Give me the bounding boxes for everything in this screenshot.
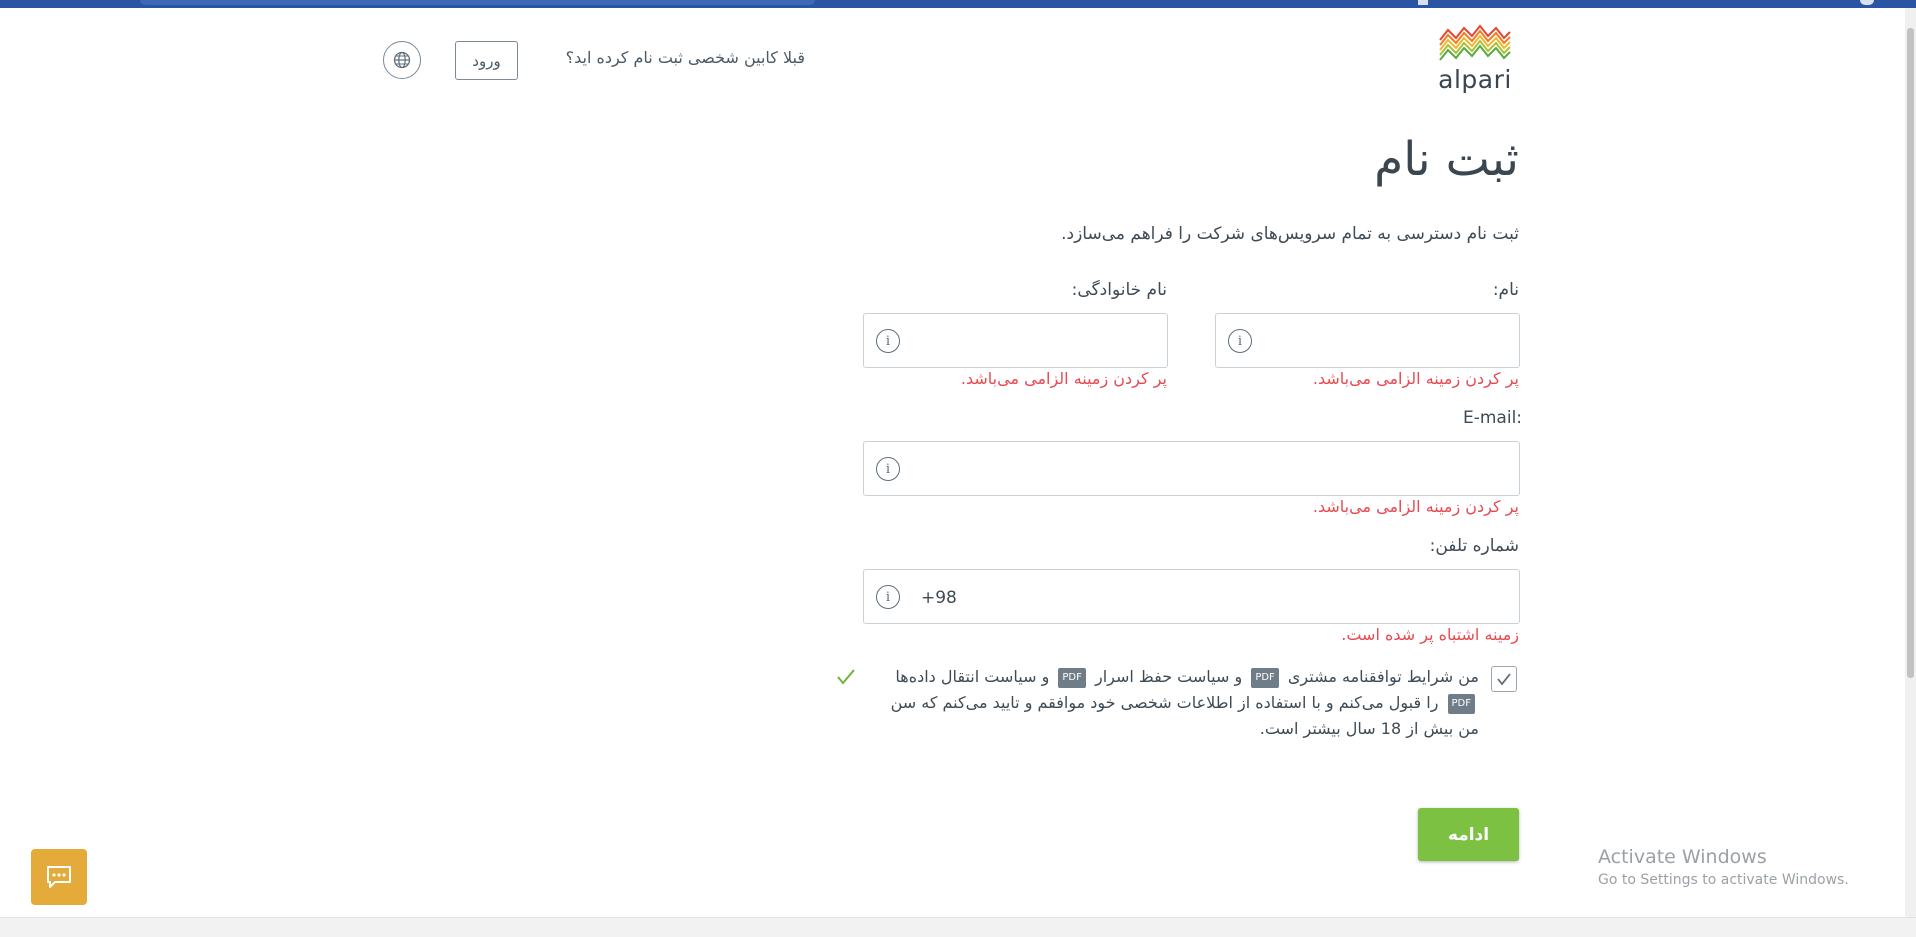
info-icon[interactable]: i [876,329,900,353]
valid-check-icon [836,668,856,690]
pdf-badge-privacy[interactable]: PDF [1058,667,1086,688]
already-registered-text: قبلا کابین شخصی ثبت نام کرده اید؟ [565,48,805,67]
last-name-input[interactable] [919,314,1152,369]
email-error: پر کردن زمینه الزامی می‌باشد. [1312,497,1519,516]
bottom-bar [0,917,1916,937]
agreement-part3: و سیاست انتقال داده‌ها [895,667,1050,686]
browser-indicator [1860,0,1874,5]
phone-input[interactable] [919,570,1504,625]
browser-indicator [1418,0,1428,5]
agreement-checkbox[interactable] [1491,666,1517,692]
scrollbar-thumb[interactable] [1907,28,1914,678]
browser-tab [140,0,815,5]
agreement-part1: من شرایط توافقنامه مشتری [1287,667,1479,686]
email-label: E-mail: [1463,408,1523,428]
agreement-text: من شرایط توافقنامه مشتری PDF و سیاست حفظ… [879,664,1479,742]
page-subtitle: ثبت نام دسترسی به تمام سرویس‌های شرکت را… [1061,224,1519,244]
logo-waves-icon [1439,24,1511,61]
chat-button[interactable] [31,849,87,905]
first-name-input[interactable] [1271,314,1504,369]
watermark-line2: Go to Settings to activate Windows. [1598,872,1849,888]
logo-text: alpari [1438,65,1512,94]
globe-icon [393,51,411,69]
phone-label: شماره تلفن: [1429,536,1519,556]
vertical-scrollbar[interactable] [1905,8,1916,918]
login-button[interactable]: ورود [455,41,518,80]
page-title: ثبت نام [1374,132,1519,187]
browser-top-strip [0,0,1916,8]
watermark-line1: Activate Windows [1598,846,1767,868]
email-field[interactable]: i [863,441,1520,497]
info-icon[interactable]: i [1228,329,1252,353]
windows-activation-watermark: Activate Windows Go to Settings to activ… [1598,846,1849,888]
pdf-badge-terms[interactable]: PDF [1251,667,1279,688]
pdf-badge-data-transfer[interactable]: PDF [1447,693,1475,714]
info-icon[interactable]: i [876,457,900,481]
alpari-logo[interactable]: alpari [1437,24,1513,96]
agreement-part2: و سیاست حفظ اسرار [1094,667,1243,686]
checkmark-icon [1497,673,1511,686]
chat-icon [47,866,71,888]
last-name-field[interactable]: i [863,313,1168,369]
first-name-error: پر کردن زمینه الزامی می‌باشد. [1312,369,1519,388]
continue-button[interactable]: ادامه [1418,808,1519,861]
last-name-label: نام خانوادگی: [1071,280,1167,300]
first-name-label: نام: [1492,280,1519,300]
info-icon[interactable]: i [876,585,900,609]
phone-error: زمینه اشتباه پر شده است. [1341,625,1519,644]
language-button[interactable] [383,41,421,79]
email-input[interactable] [919,442,1504,497]
phone-field[interactable]: i [863,569,1520,625]
first-name-field[interactable]: i [1215,313,1520,369]
agreement-part4: را قبول می‌کنم و با استفاده از اطلاعات ش… [890,693,1479,738]
last-name-error: پر کردن زمینه الزامی می‌باشد. [960,369,1167,388]
